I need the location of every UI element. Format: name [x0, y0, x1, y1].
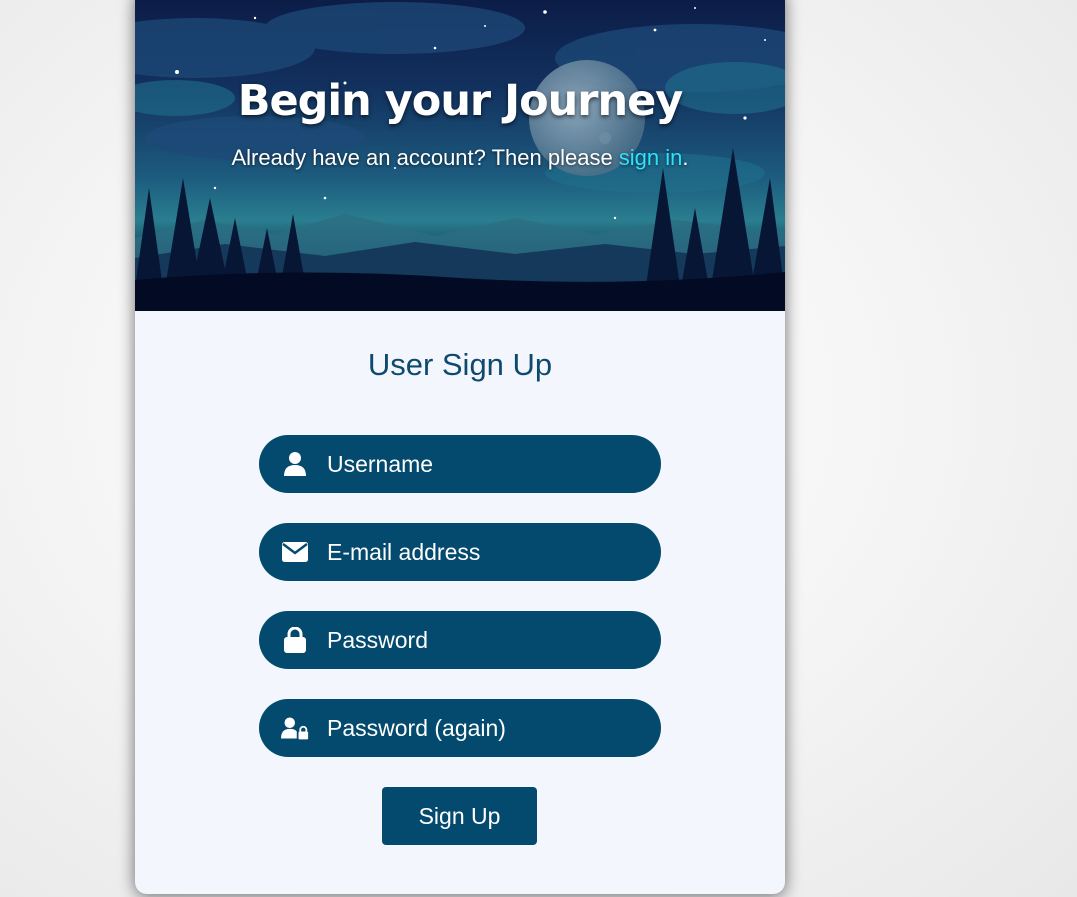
password-field-wrapper [259, 611, 661, 669]
user-lock-icon [281, 714, 309, 742]
hero-title: Begin your Journey [237, 76, 684, 126]
hero-subtitle-text: Already have an account? Then please [231, 145, 619, 170]
sign-up-button[interactable]: Sign Up [382, 787, 537, 845]
password-confirm-field-wrapper [259, 699, 661, 757]
hero-subtitle-suffix: . [682, 145, 689, 170]
password-input[interactable] [327, 611, 637, 669]
username-input[interactable] [327, 435, 637, 493]
hero-subtitle: Already have an account? Then please sig… [135, 145, 785, 171]
signup-card: Begin your Journey Already have an accou… [135, 0, 785, 894]
envelope-icon [281, 538, 309, 566]
user-icon [281, 450, 309, 478]
password-confirm-input[interactable] [327, 699, 637, 757]
hero-banner: Begin your Journey Already have an accou… [135, 0, 785, 311]
email-field-wrapper [259, 523, 661, 581]
lock-icon [281, 626, 309, 654]
email-input[interactable] [327, 523, 637, 581]
username-field-wrapper [259, 435, 661, 493]
sign-in-link[interactable]: sign in [619, 145, 683, 170]
form-title: User Sign Up [367, 347, 553, 382]
